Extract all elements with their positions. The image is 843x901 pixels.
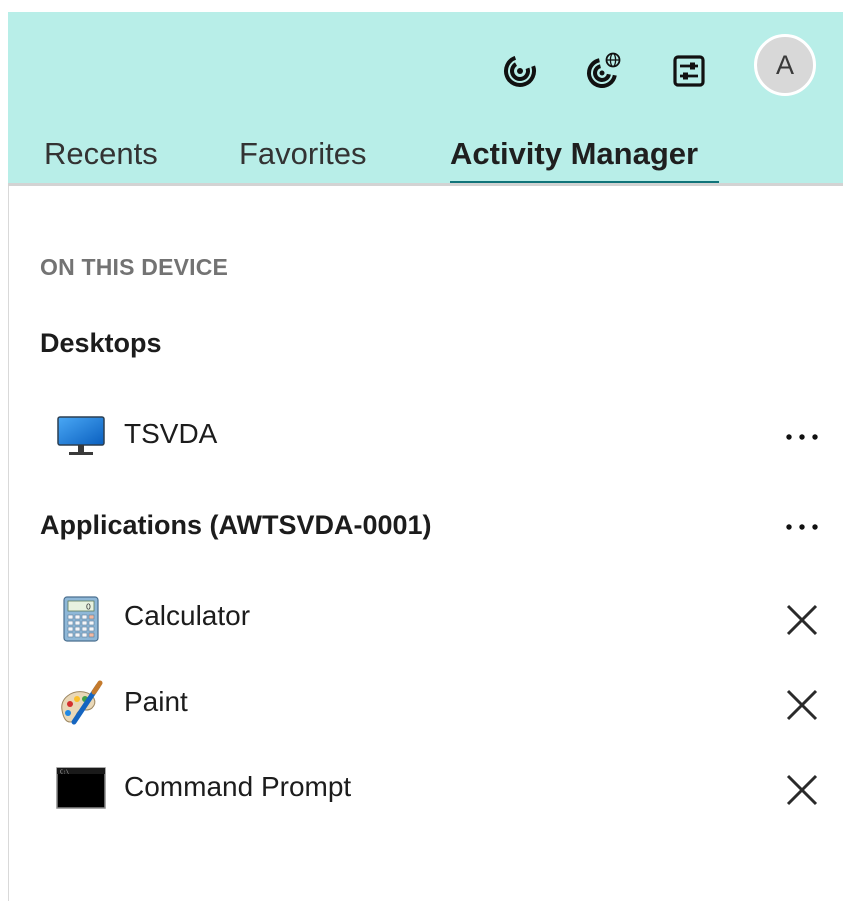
left-border — [8, 186, 9, 901]
user-avatar[interactable]: A — [754, 34, 816, 96]
app-paint-label[interactable]: Paint — [124, 686, 188, 718]
close-command-prompt-icon[interactable] — [782, 770, 822, 810]
command-prompt-icon: C:\ — [56, 765, 106, 811]
tab-favorites[interactable]: Favorites — [239, 134, 366, 174]
applications-heading: Applications (AWTSVDA-0001) — [40, 510, 432, 540]
preferences-sliders-icon[interactable] — [670, 52, 708, 90]
app-header: A Recents Favorites Activity Manager — [8, 12, 843, 186]
calculator-icon: 0 — [56, 596, 106, 642]
app-command-prompt-label[interactable]: Command Prompt — [124, 771, 351, 803]
close-paint-icon[interactable] — [782, 685, 822, 725]
close-calculator-icon[interactable] — [782, 600, 822, 640]
activity-rings-icon[interactable] — [501, 52, 539, 90]
tab-recents[interactable]: Recents — [44, 134, 158, 174]
svg-text:C:\: C:\ — [60, 770, 69, 776]
header-divider — [8, 183, 843, 186]
activity-globe-icon[interactable] — [584, 52, 622, 90]
desktops-heading: Desktops — [40, 328, 162, 358]
desktop-more-options-icon[interactable] — [780, 423, 824, 451]
paint-palette-icon — [56, 680, 106, 726]
svg-text:0: 0 — [86, 603, 91, 612]
tab-activity-manager[interactable]: Activity Manager — [450, 134, 698, 174]
applications-more-options-icon[interactable] — [780, 513, 824, 541]
section-label: ON THIS DEVICE — [40, 254, 229, 280]
monitor-icon — [56, 414, 106, 460]
desktop-tsvda-label[interactable]: TSVDA — [124, 418, 217, 450]
app-calculator-label[interactable]: Calculator — [124, 600, 250, 632]
